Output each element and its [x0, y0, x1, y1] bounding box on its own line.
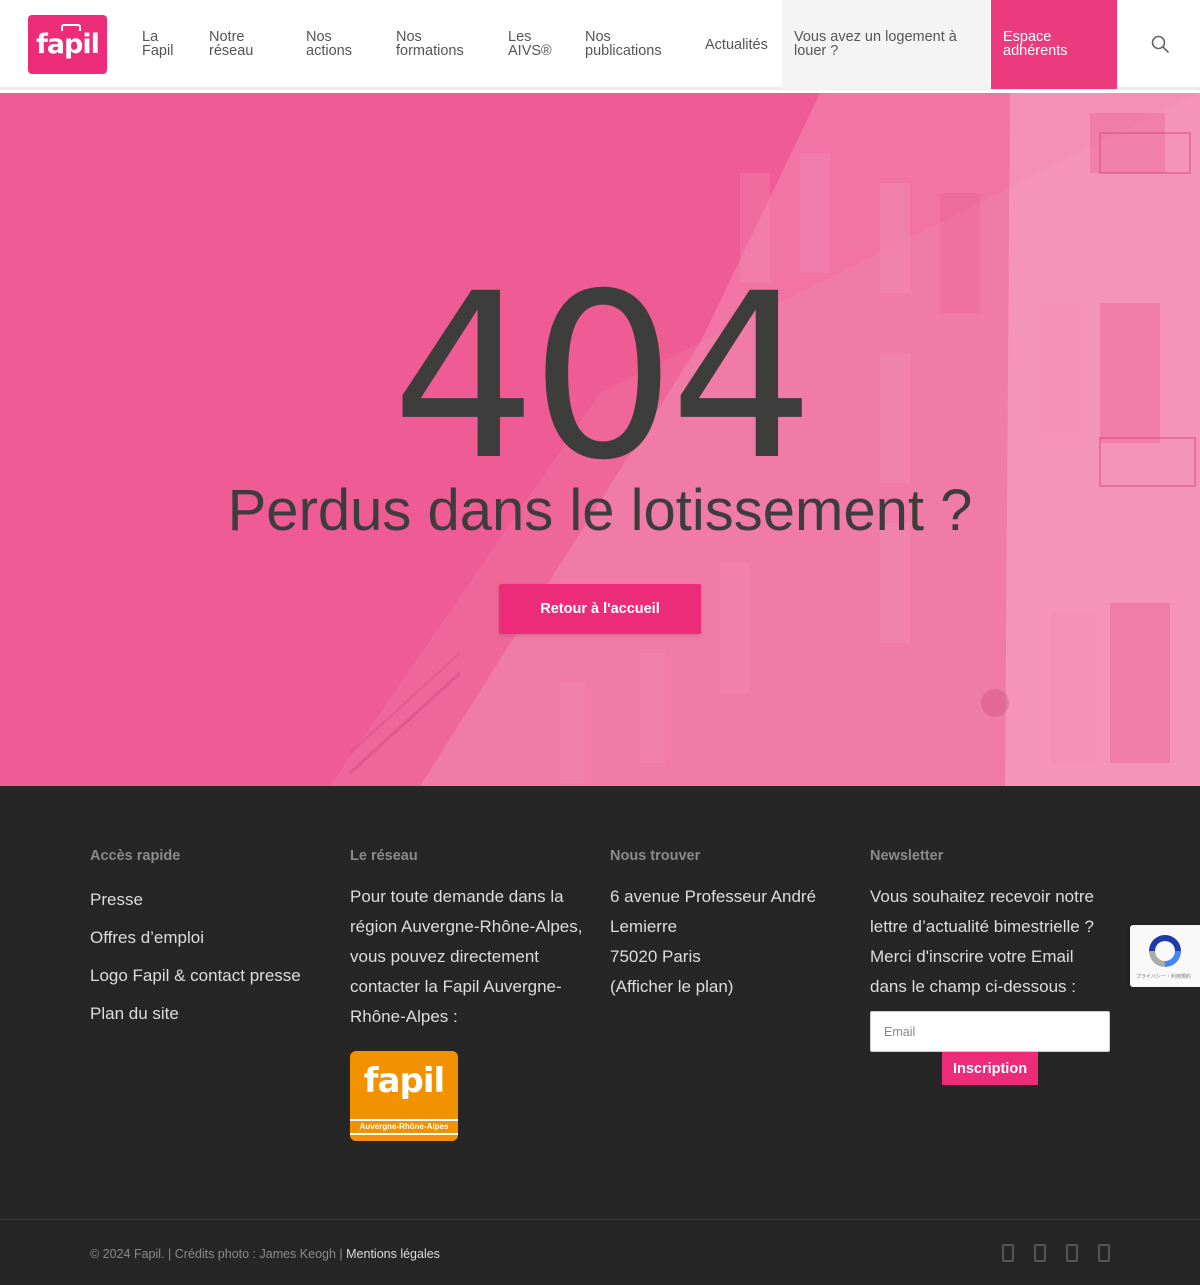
- newsletter-line: dans le champ ci-dessous :: [870, 977, 1076, 996]
- nav-item-nos-actions[interactable]: Nos actions: [306, 29, 352, 59]
- nav-item-les-aivs[interactable]: Les AIVS®: [508, 29, 552, 59]
- footer-link-logo-contact-presse[interactable]: Logo Fapil & contact presse: [90, 966, 301, 986]
- nav-label-line1: Nos: [396, 29, 422, 45]
- logo-text: fapil: [36, 29, 100, 60]
- footer-heading-quick-access: Accès rapide: [90, 848, 181, 864]
- nav-cta-logement[interactable]: Vous avez un logement à louer ?: [782, 0, 990, 89]
- nav-label-line2: Fapil: [142, 43, 174, 59]
- nav-item-nos-formations[interactable]: Nos formations: [396, 29, 464, 59]
- network-line: région Auvergne-Rhône-Alpes,: [350, 917, 583, 936]
- nav-label-line2: actions: [306, 43, 352, 59]
- nav-label-line1: Nos: [585, 29, 611, 45]
- aura-logo-band: Auvergne-Rhône-Alpes: [350, 1119, 458, 1135]
- cta-logement-line2: louer ?: [794, 43, 839, 59]
- footer-heading-newsletter: Newsletter: [870, 848, 944, 864]
- fapil-aura-logo[interactable]: fapil Auvergne-Rhône-Alpes: [350, 1051, 458, 1141]
- footer-network-text: Pour toute demande dans la région Auverg…: [350, 882, 590, 1032]
- aura-logo-word: fapil: [363, 1061, 445, 1101]
- footer-link-plan-du-site[interactable]: Plan du site: [90, 1004, 179, 1024]
- error-hero: 404 Perdus dans le lotissement ? Retour …: [0, 93, 1200, 786]
- cta-espace-line2: adhérents: [1003, 43, 1068, 59]
- error-title: Perdus dans le lotissement ?: [227, 478, 973, 543]
- recaptcha-privacy-text[interactable]: プライバシー・利用規約: [1136, 973, 1191, 980]
- nav-label-line1: Nos: [306, 29, 332, 45]
- footer-link-offres-emploi[interactable]: Offres d’emploi: [90, 928, 204, 948]
- back-home-button[interactable]: Retour à l'accueil: [499, 584, 701, 634]
- newsletter-subscribe-button[interactable]: Inscription: [942, 1052, 1038, 1085]
- footer-address: 6 avenue Professeur André Lemierre 75020…: [610, 882, 850, 1002]
- nav-cta-espace-adherents[interactable]: Espace adhérents: [991, 0, 1117, 89]
- copyright-text: © 2024 Fapil. | Crédits photo : James Ke…: [90, 1247, 440, 1261]
- nav-label-line2: publications: [585, 43, 662, 59]
- cta-espace-line1: Espace: [1003, 29, 1052, 45]
- linkedin-icon[interactable]: [1066, 1244, 1078, 1262]
- newsletter-line: lettre d’actualité bimestrielle ?: [870, 917, 1094, 936]
- network-line: Pour toute demande dans la: [350, 887, 564, 906]
- site-footer: Accès rapide Presse Offres d’emploi Logo…: [0, 786, 1200, 1219]
- footer-heading-network: Le réseau: [350, 848, 418, 864]
- footer-bottom-bar: © 2024 Fapil. | Crédits photo : James Ke…: [0, 1219, 1200, 1285]
- twitter-icon[interactable]: [1034, 1244, 1046, 1262]
- nav-label-line1: La: [142, 29, 159, 45]
- address-line: 75020 Paris: [610, 947, 701, 966]
- recaptcha-icon: [1149, 935, 1181, 967]
- footer-heading-find-us: Nous trouver: [610, 848, 701, 864]
- facebook-icon[interactable]: [1002, 1244, 1014, 1262]
- nav-item-nos-publications[interactable]: Nos publications: [585, 29, 662, 59]
- network-line: contacter la Fapil Auvergne-: [350, 977, 562, 996]
- logo-roof-shape: [61, 24, 81, 31]
- newsletter-email-input[interactable]: [870, 1011, 1110, 1052]
- address-line: Lemierre: [610, 917, 678, 936]
- show-map-link[interactable]: (Afficher le plan): [610, 972, 850, 1002]
- nav-label-line1: Actualités: [705, 37, 768, 53]
- address-line: 6 avenue Professeur André: [610, 887, 817, 906]
- recaptcha-badge[interactable]: プライバシー・利用規約: [1130, 925, 1200, 987]
- nav-label-line2: formations: [396, 43, 464, 59]
- network-line: vous pouvez directement: [350, 947, 539, 966]
- nav-label-line1: Notre: [209, 29, 245, 45]
- newsletter-text: Vous souhaitez recevoir notre lettre d’a…: [870, 882, 1120, 1002]
- footer-link-presse[interactable]: Presse: [90, 890, 143, 910]
- nav-label-line2: AIVS®: [508, 43, 552, 59]
- nav-label-line2: réseau: [209, 43, 254, 59]
- legal-notice-link[interactable]: Mentions légales: [346, 1247, 440, 1261]
- nav-item-actualites[interactable]: Actualités: [705, 37, 768, 53]
- cta-logement-line1: Vous avez un logement à: [794, 29, 957, 45]
- youtube-icon[interactable]: [1098, 1244, 1110, 1262]
- nav-item-notre-reseau[interactable]: Notre réseau: [209, 29, 254, 59]
- network-line: Rhône-Alpes :: [350, 1007, 458, 1026]
- search-icon[interactable]: [1151, 35, 1169, 53]
- nav-item-la-fapil[interactable]: La Fapil: [142, 29, 174, 59]
- fapil-logo[interactable]: fapil: [28, 15, 107, 74]
- error-code: 404: [391, 244, 814, 510]
- newsletter-line: Merci d'inscrire votre Email: [870, 947, 1074, 966]
- copyright-label: © 2024 Fapil. | Crédits photo : James Ke…: [90, 1247, 347, 1261]
- site-header: fapil La Fapil Notre réseau Nos actions …: [0, 0, 1200, 90]
- nav-label-line1: Les: [508, 29, 532, 45]
- newsletter-line: Vous souhaitez recevoir notre: [870, 887, 1094, 906]
